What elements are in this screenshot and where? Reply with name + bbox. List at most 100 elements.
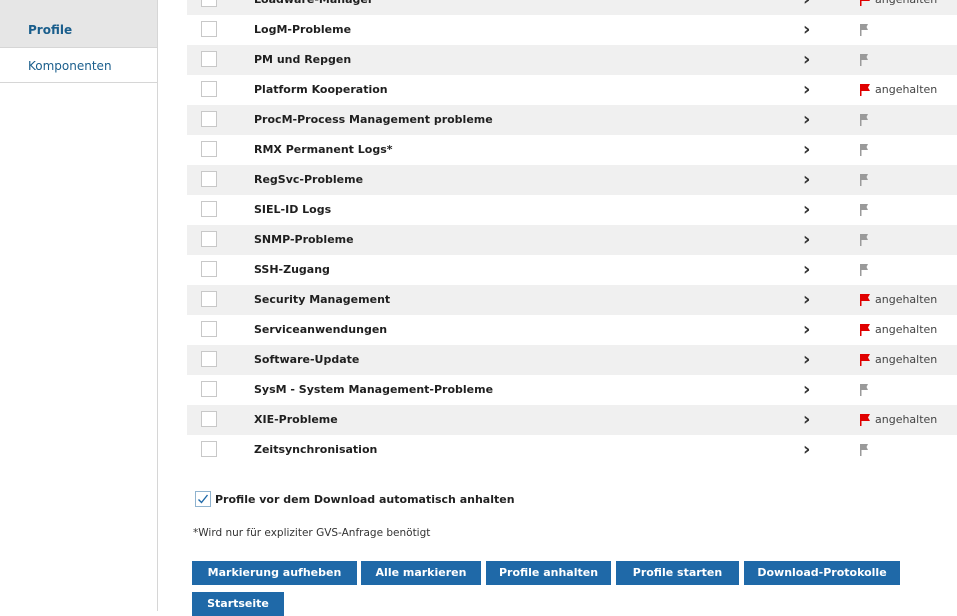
row-checkbox[interactable]	[201, 381, 217, 397]
profile-name: Software-Update	[254, 353, 360, 366]
main-content: Loadware-Manager›angehaltenLogM-Probleme…	[187, 0, 957, 616]
flag-icon	[860, 414, 870, 426]
profile-name: SNMP-Probleme	[254, 233, 354, 246]
table-row[interactable]: Loadware-Manager › angehalten	[187, 0, 957, 15]
status-text: angehalten	[875, 293, 938, 306]
checkmark-icon	[198, 494, 209, 504]
profile-name: Serviceanwendungen	[254, 323, 388, 336]
flag-icon	[860, 384, 868, 396]
flag-icon	[860, 84, 870, 96]
mark-all-button[interactable]: Alle markieren	[361, 561, 481, 585]
flag-icon	[860, 0, 870, 6]
status-text: angehalten	[875, 323, 938, 336]
chevron-right-icon[interactable]: ›	[803, 435, 810, 465]
row-checkbox[interactable]	[201, 0, 217, 7]
table-row[interactable]: Security Management › angehalten	[187, 285, 957, 315]
flag-icon	[860, 114, 868, 126]
pause-profiles-button[interactable]: Profile anhalten	[486, 561, 611, 585]
status-text: angehalten	[875, 413, 938, 426]
download-logs-button[interactable]: Download-Protokolle	[744, 561, 900, 585]
status-text: angehalten	[875, 353, 938, 366]
auto-pause-checkbox[interactable]	[195, 491, 211, 507]
sidebar-item-profile[interactable]: Profile	[0, 0, 157, 48]
flag-icon	[860, 24, 868, 36]
flag-icon	[860, 264, 868, 276]
row-checkbox[interactable]	[201, 21, 217, 37]
chevron-right-icon[interactable]: ›	[803, 105, 810, 135]
table-row[interactable]: XIE-Probleme › angehalten	[187, 405, 957, 435]
row-checkbox[interactable]	[201, 81, 217, 97]
row-checkbox[interactable]	[201, 171, 217, 187]
row-checkbox[interactable]	[201, 261, 217, 277]
row-checkbox[interactable]	[201, 411, 217, 427]
row-checkbox[interactable]	[201, 351, 217, 367]
profile-name: PM und Repgen	[254, 53, 352, 66]
flag-icon	[860, 294, 870, 306]
chevron-right-icon[interactable]: ›	[803, 45, 810, 75]
sidebar: Profile Komponenten	[0, 0, 158, 611]
table-row[interactable]: RegSvc-Probleme ›	[187, 165, 957, 195]
row-checkbox[interactable]	[201, 51, 217, 67]
profile-name: Platform Kooperation	[254, 83, 388, 96]
row-checkbox[interactable]	[201, 291, 217, 307]
chevron-right-icon[interactable]: ›	[803, 225, 810, 255]
profile-name: SSH-Zugang	[254, 263, 330, 276]
chevron-right-icon[interactable]: ›	[803, 0, 810, 15]
chevron-right-icon[interactable]: ›	[803, 165, 810, 195]
table-row[interactable]: SIEL-ID Logs ›	[187, 195, 957, 225]
profile-name: RegSvc-Probleme	[254, 173, 364, 186]
profile-name: Security Management	[254, 293, 391, 306]
auto-pause-label: Profile vor dem Download automatisch anh…	[215, 493, 515, 506]
flag-icon	[860, 54, 868, 66]
flag-icon	[860, 444, 868, 456]
table-row[interactable]: Serviceanwendungen › angehalten	[187, 315, 957, 345]
chevron-right-icon[interactable]: ›	[803, 405, 810, 435]
table-row[interactable]: Zeitsynchronisation ›	[187, 435, 957, 465]
profile-name: LogM-Probleme	[254, 23, 352, 36]
table-row[interactable]: SysM - System Management-Probleme ›	[187, 375, 957, 405]
row-checkbox[interactable]	[201, 321, 217, 337]
chevron-right-icon[interactable]: ›	[803, 135, 810, 165]
chevron-right-icon[interactable]: ›	[803, 315, 810, 345]
table-row[interactable]: SNMP-Probleme ›	[187, 225, 957, 255]
table-row[interactable]: RMX Permanent Logs* ›	[187, 135, 957, 165]
chevron-right-icon[interactable]: ›	[803, 75, 810, 105]
table-row[interactable]: Platform Kooperation › angehalten	[187, 75, 957, 105]
chevron-right-icon[interactable]: ›	[803, 345, 810, 375]
home-button[interactable]: Startseite	[192, 592, 284, 616]
table-row[interactable]: ProcM-Process Management probleme ›	[187, 105, 957, 135]
row-checkbox[interactable]	[201, 111, 217, 127]
flag-icon	[860, 354, 870, 366]
profile-name: Loadware-Manager	[254, 0, 373, 15]
row-checkbox[interactable]	[201, 201, 217, 217]
flag-icon	[860, 234, 868, 246]
table-row[interactable]: Software-Update › angehalten	[187, 345, 957, 375]
start-profiles-button[interactable]: Profile starten	[616, 561, 739, 585]
chevron-right-icon[interactable]: ›	[803, 285, 810, 315]
profile-name: Zeitsynchronisation	[254, 443, 378, 456]
profile-name: SIEL-ID Logs	[254, 203, 332, 216]
chevron-right-icon[interactable]: ›	[803, 255, 810, 285]
flag-icon	[860, 144, 868, 156]
flag-icon	[860, 204, 868, 216]
table-row[interactable]: SSH-Zugang ›	[187, 255, 957, 285]
table-row[interactable]: PM und Repgen ›	[187, 45, 957, 75]
flag-icon	[860, 324, 870, 336]
unmark-button[interactable]: Markierung aufheben	[192, 561, 357, 585]
row-checkbox[interactable]	[201, 231, 217, 247]
status-text: angehalten	[875, 83, 938, 96]
table-row[interactable]: LogM-Probleme ›	[187, 15, 957, 45]
profile-name: RMX Permanent Logs*	[254, 143, 393, 156]
profile-name: SysM - System Management-Probleme	[254, 383, 494, 396]
sidebar-item-components[interactable]: Komponenten	[0, 48, 157, 83]
chevron-right-icon[interactable]: ›	[803, 375, 810, 405]
footnote: *Wird nur für expliziter GVS-Anfrage ben…	[193, 527, 431, 539]
chevron-right-icon[interactable]: ›	[803, 195, 810, 225]
status-text: angehalten	[875, 0, 937, 15]
row-checkbox[interactable]	[201, 441, 217, 457]
row-checkbox[interactable]	[201, 141, 217, 157]
profile-name: ProcM-Process Management probleme	[254, 113, 493, 126]
chevron-right-icon[interactable]: ›	[803, 15, 810, 45]
profile-name: XIE-Probleme	[254, 413, 338, 426]
flag-icon	[860, 174, 868, 186]
